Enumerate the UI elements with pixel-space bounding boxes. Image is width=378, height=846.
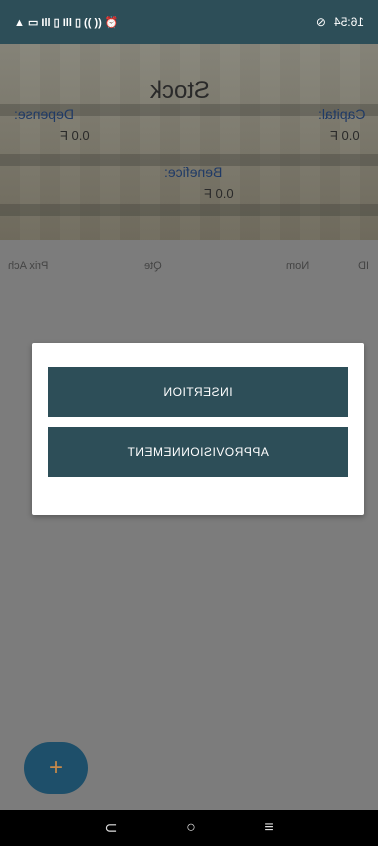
column-qte: Qte bbox=[144, 260, 162, 272]
benefice-label: Benefice: bbox=[164, 164, 223, 180]
approvisionnement-button[interactable]: APPROVISIONNEMENT bbox=[48, 427, 348, 477]
home-icon[interactable]: ○ bbox=[186, 819, 196, 837]
plus-icon: + bbox=[48, 754, 63, 781]
add-fab-button[interactable]: + bbox=[24, 742, 88, 794]
benefice-value: 0.0 F bbox=[204, 186, 234, 201]
clock-icon: ⊘ bbox=[315, 15, 326, 29]
capital-value: 0.0 F bbox=[330, 128, 360, 143]
status-bar: ▲ ▭ Ill ▯ Ill ▯ (( )) ⏰ ⊘ 16:54 bbox=[0, 0, 378, 44]
depense-label: Depense: bbox=[14, 106, 74, 122]
stock-header-image: Stock Depense: 0.0 F Capital: 0.0 F Bene… bbox=[0, 44, 378, 240]
status-time: 16:54 bbox=[333, 15, 364, 29]
column-id: ID bbox=[358, 260, 369, 272]
system-nav-bar: ⊂ ○ ≡ bbox=[0, 810, 378, 846]
insertion-button[interactable]: INSERTION bbox=[48, 367, 348, 417]
page-title: Stock bbox=[150, 77, 211, 104]
depense-value: 0.0 F bbox=[60, 128, 90, 143]
menu-icon[interactable]: ≡ bbox=[264, 819, 273, 837]
column-nom: Nom bbox=[286, 260, 310, 272]
back-icon[interactable]: ⊂ bbox=[104, 818, 117, 838]
status-icons: ▲ ▭ Ill ▯ Ill ▯ (( )) ⏰ bbox=[14, 16, 119, 29]
action-dialog: INSERTION APPROVISIONNEMENT bbox=[32, 343, 364, 515]
table-header: ID Nom Qte Prix Ach bbox=[0, 256, 378, 278]
column-prix-achat: Prix Ach bbox=[8, 260, 49, 272]
status-right: ⊘ 16:54 bbox=[316, 15, 364, 29]
status-left-icons: ▲ ▭ Ill ▯ Ill ▯ (( )) ⏰ bbox=[14, 16, 119, 29]
capital-label: Capital: bbox=[318, 106, 366, 122]
